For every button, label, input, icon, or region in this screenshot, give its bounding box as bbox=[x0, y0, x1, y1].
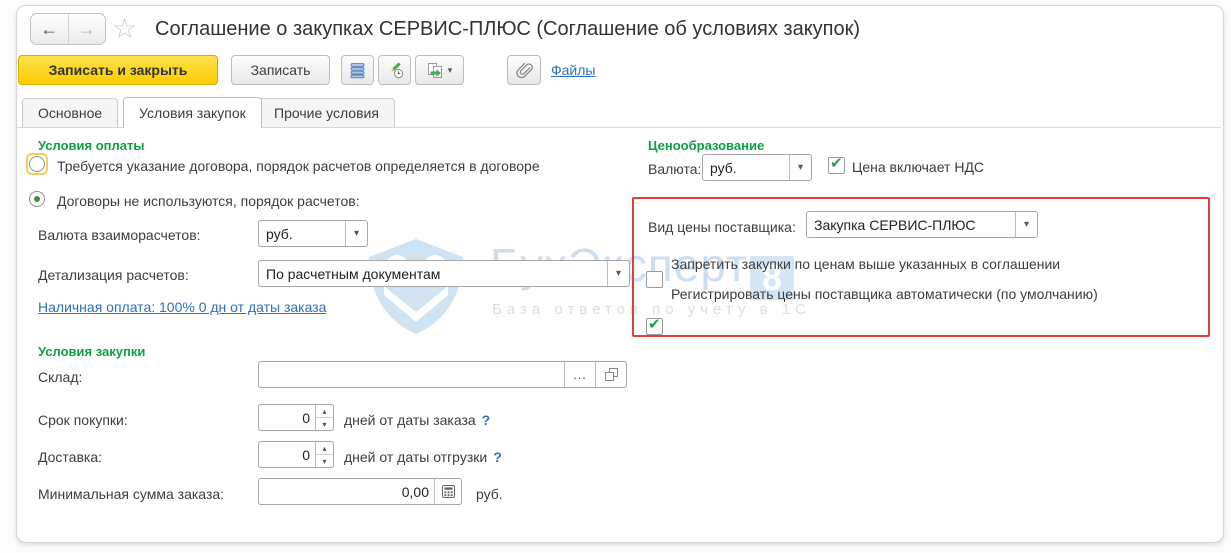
settlement-currency-label: Валюта взаиморасчетов: bbox=[38, 227, 201, 243]
files-link[interactable]: Файлы bbox=[551, 62, 595, 78]
open-button[interactable] bbox=[595, 362, 626, 387]
purchase-period-input[interactable] bbox=[259, 405, 315, 430]
calculator-icon bbox=[441, 485, 455, 498]
register-records-button[interactable] bbox=[341, 55, 374, 85]
delivery-stepper[interactable]: ▴ ▾ bbox=[315, 442, 333, 467]
vat-included-checkbox[interactable]: ✔ bbox=[828, 155, 845, 174]
min-sum-field[interactable] bbox=[258, 478, 462, 505]
help-icon[interactable]: ? bbox=[482, 412, 491, 428]
delivery-field[interactable]: ▴ ▾ bbox=[258, 441, 334, 468]
edit-history-button[interactable] bbox=[378, 55, 411, 85]
chevron-down-icon[interactable]: ▾ bbox=[789, 155, 811, 180]
pricing-currency-label: Валюта: bbox=[648, 161, 702, 177]
save-button[interactable]: Записать bbox=[231, 55, 330, 85]
purchase-terms-header: Условия закупки bbox=[38, 344, 146, 359]
check-icon: ✔ bbox=[648, 316, 661, 333]
radio-no-contract[interactable] bbox=[28, 190, 46, 208]
radio-contract-required-label: Требуется указание договора, порядок рас… bbox=[57, 158, 540, 174]
auto-register-prices-checkbox[interactable]: ✔ bbox=[646, 316, 663, 335]
chevron-down-icon[interactable]: ▾ bbox=[345, 221, 367, 246]
spin-up-icon[interactable]: ▴ bbox=[316, 442, 333, 455]
price-type-select[interactable]: Закупка СЕРВИС-ПЛЮС ▾ bbox=[806, 211, 1038, 238]
back-button[interactable]: ← bbox=[31, 14, 69, 44]
radio-no-contract-label: Договоры не используются, порядок расчет… bbox=[57, 193, 360, 209]
delivery-label: Доставка: bbox=[38, 449, 103, 465]
purchase-period-field[interactable]: ▴ ▾ bbox=[258, 404, 334, 431]
settlement-detail-label: Детализация расчетов: bbox=[38, 267, 189, 283]
purchase-period-label: Срок покупки: bbox=[38, 412, 128, 428]
min-sum-label: Минимальная сумма заказа: bbox=[38, 486, 225, 502]
delivery-suffix: дней от даты отгрузки? bbox=[344, 449, 502, 465]
auto-register-prices-label: Регистрировать цены поставщика автоматич… bbox=[671, 286, 1098, 302]
page-title: Соглашение о закупках СЕРВИС-ПЛЮС (Согла… bbox=[155, 18, 861, 40]
min-sum-input[interactable] bbox=[259, 479, 434, 504]
chevron-down-icon[interactable]: ▾ bbox=[607, 261, 629, 286]
payment-terms-header: Условия оплаты bbox=[38, 138, 145, 153]
pricing-currency-select[interactable]: руб. ▾ bbox=[702, 154, 812, 181]
tab-other-terms[interactable]: Прочие условия bbox=[258, 98, 395, 127]
spin-down-icon[interactable]: ▾ bbox=[316, 418, 333, 430]
pricing-header: Ценообразование bbox=[648, 138, 765, 153]
purchase-period-suffix: дней от даты заказа? bbox=[344, 412, 491, 428]
favorite-star-icon[interactable]: ☆ bbox=[112, 12, 137, 46]
paperclip-icon bbox=[516, 62, 533, 79]
radio-contract-required[interactable] bbox=[28, 155, 46, 173]
delivery-input[interactable] bbox=[259, 442, 315, 467]
calculator-button[interactable] bbox=[434, 479, 461, 504]
attachments-button[interactable] bbox=[507, 55, 541, 85]
vat-included-label: Цена включает НДС bbox=[852, 159, 985, 175]
history-nav-group: ← → bbox=[30, 13, 106, 45]
spin-up-icon[interactable]: ▴ bbox=[316, 405, 333, 418]
tab-purchase-terms[interactable]: Условия закупок bbox=[123, 97, 262, 128]
spin-down-icon[interactable]: ▾ bbox=[316, 455, 333, 467]
purchase-period-stepper[interactable]: ▴ ▾ bbox=[315, 405, 333, 430]
forward-icon: → bbox=[77, 18, 96, 39]
price-type-label: Вид цены поставщика: bbox=[648, 219, 796, 235]
settlement-detail-select[interactable]: По расчетным документам ▾ bbox=[258, 260, 630, 287]
min-sum-currency: руб. bbox=[476, 486, 503, 502]
help-icon[interactable]: ? bbox=[493, 449, 502, 465]
tab-main[interactable]: Основное bbox=[22, 98, 119, 127]
forbid-higher-prices-label: Запретить закупки по ценам выше указанны… bbox=[671, 256, 1061, 272]
forward-button[interactable]: → bbox=[69, 14, 106, 44]
open-icon bbox=[604, 368, 618, 381]
create-based-on-icon bbox=[427, 62, 442, 78]
warehouse-input[interactable] bbox=[259, 362, 564, 387]
choose-button[interactable]: ... bbox=[564, 362, 595, 387]
save-and-close-button[interactable]: Записать и закрыть bbox=[18, 55, 218, 85]
warehouse-field[interactable]: ... bbox=[258, 361, 627, 388]
tab-bar: Основное Условия закупок Прочие условия bbox=[17, 97, 1221, 128]
chevron-down-icon: ▾ bbox=[447, 64, 453, 75]
check-icon: ✔ bbox=[830, 155, 843, 172]
chevron-down-icon[interactable]: ▾ bbox=[1015, 212, 1037, 237]
settlement-currency-select[interactable]: руб. ▾ bbox=[258, 220, 368, 247]
register-records-icon bbox=[350, 62, 365, 78]
cash-payment-link[interactable]: Наличная оплата: 100% 0 дн от даты заказ… bbox=[38, 299, 326, 315]
back-icon: ← bbox=[40, 18, 59, 39]
forbid-higher-prices-checkbox[interactable]: ✔ bbox=[646, 271, 663, 288]
edit-history-icon bbox=[390, 62, 403, 79]
warehouse-label: Склад: bbox=[38, 369, 83, 385]
create-based-on-button[interactable]: ▾ bbox=[415, 55, 464, 85]
